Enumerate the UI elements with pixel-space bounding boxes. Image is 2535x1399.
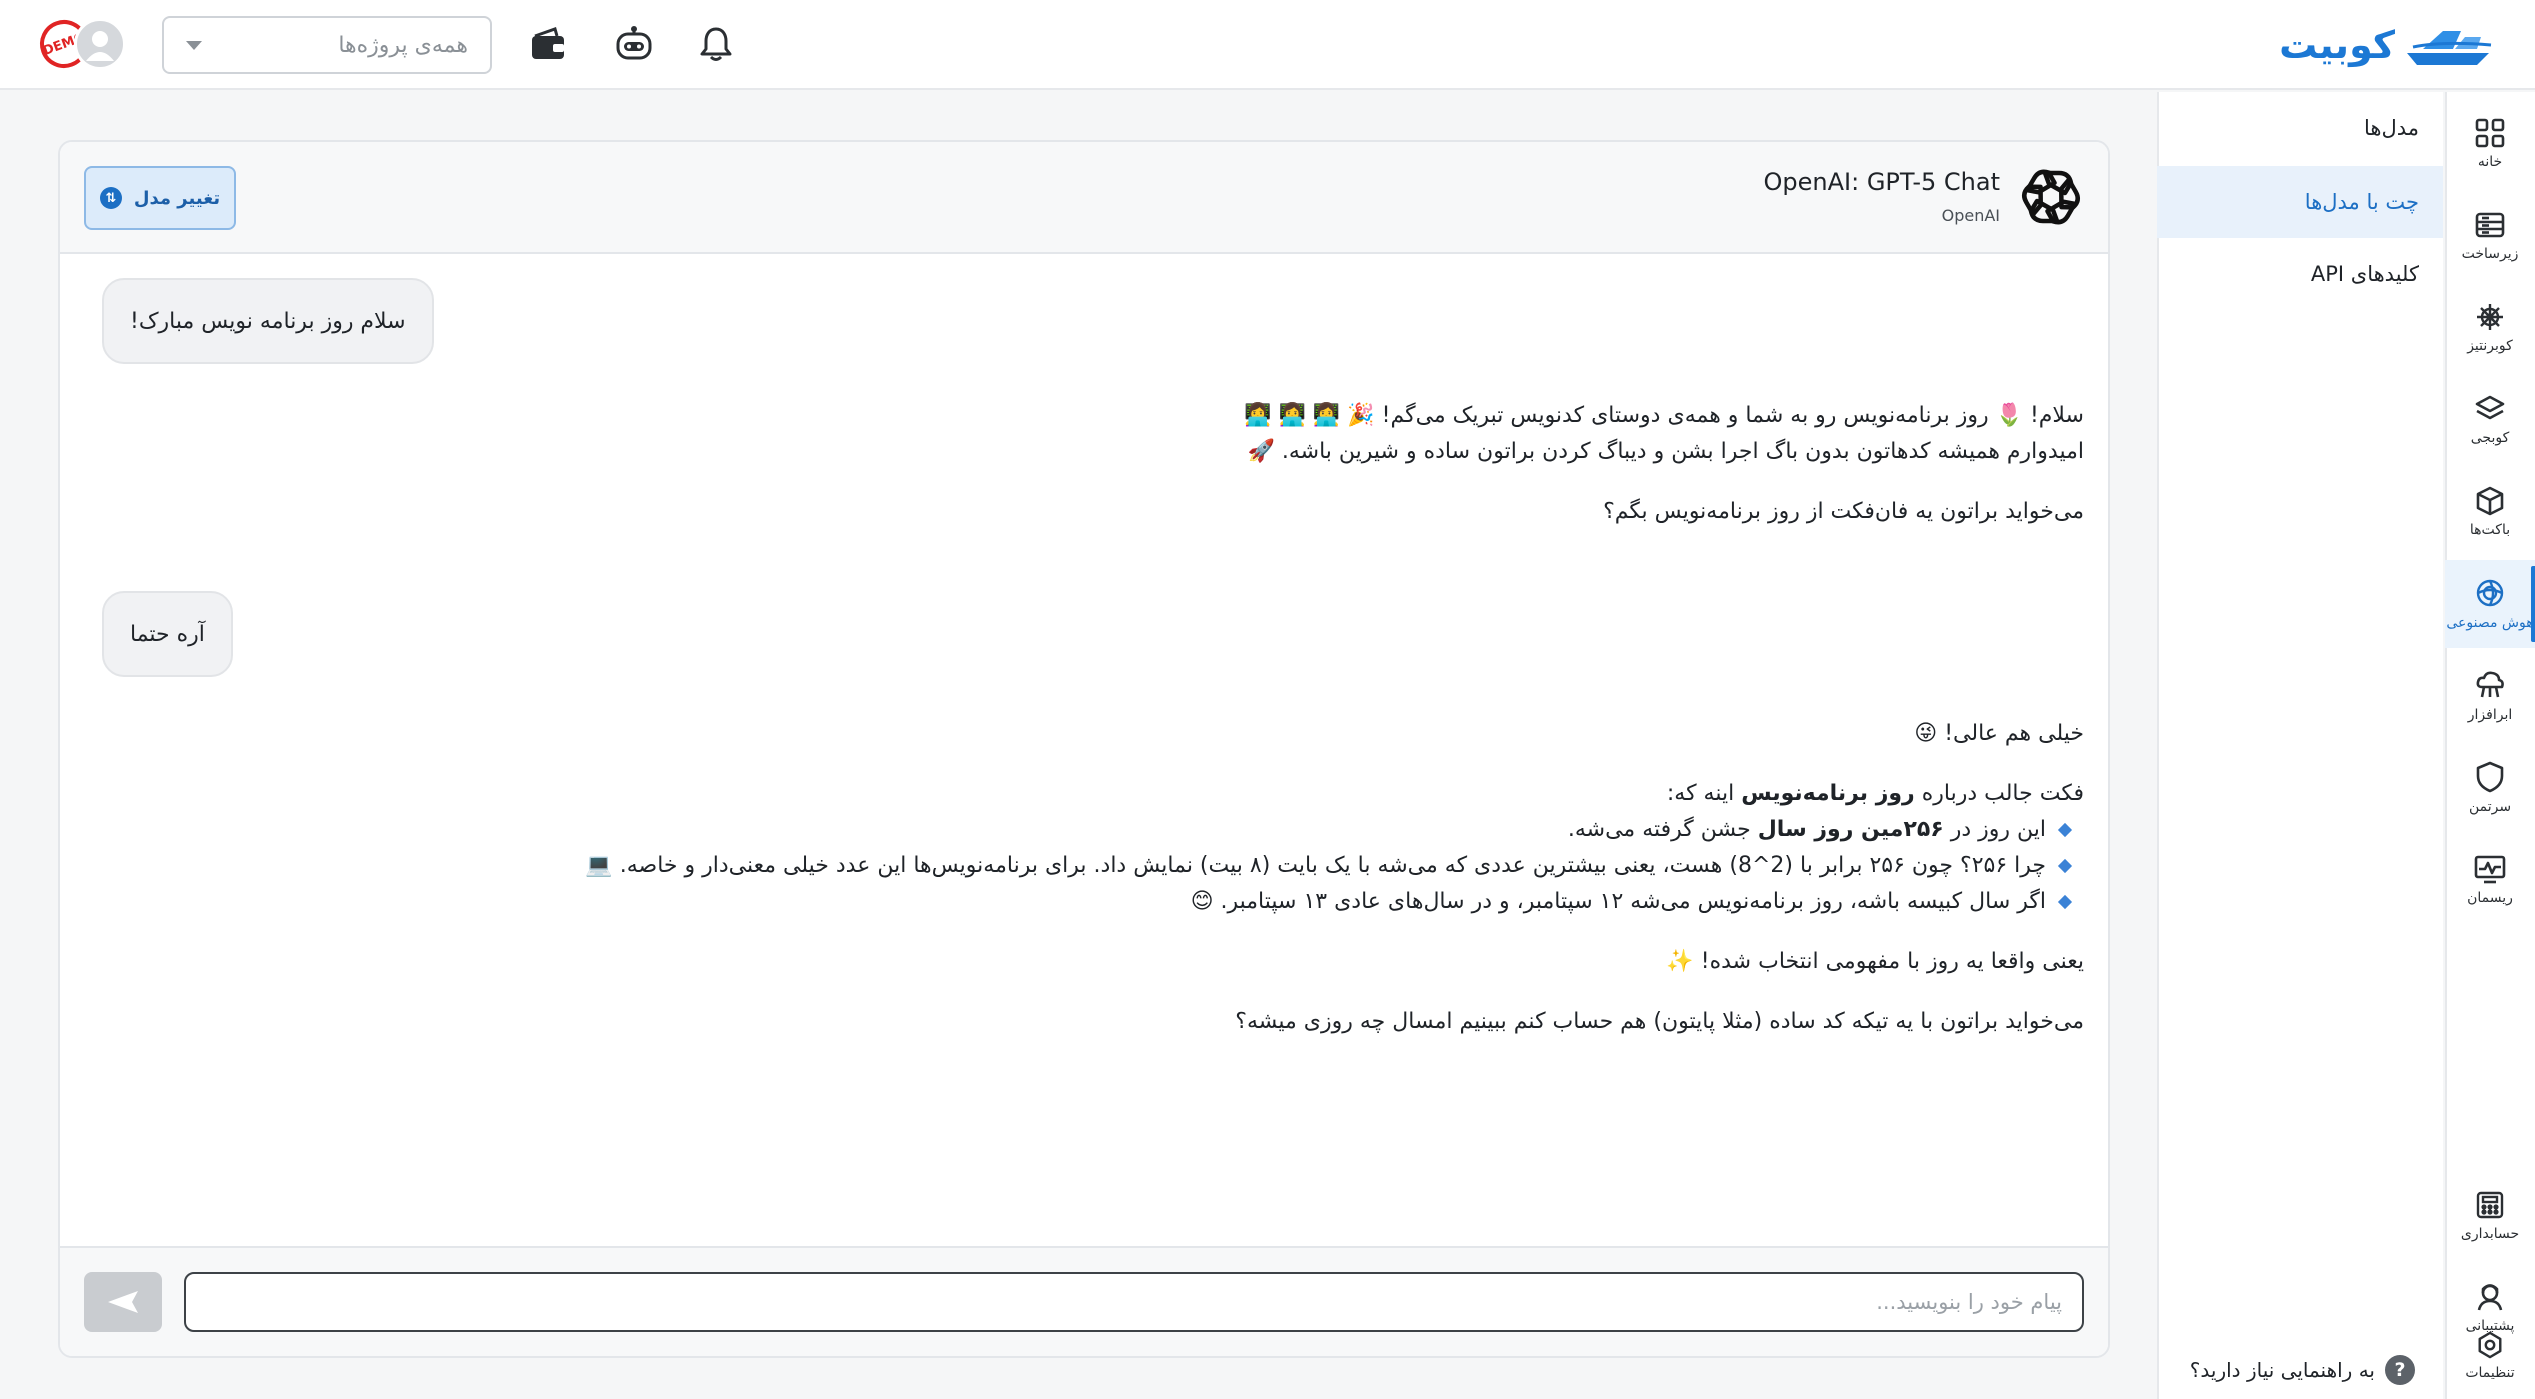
- bullet-text: چرا ۲۵۶؟ چون ۲۵۶ برابر با (2^8) هست، یعن…: [585, 853, 2046, 878]
- nav-risman-label: ریسمان: [2467, 890, 2513, 906]
- help-label: به راهنمایی نیاز دارید؟: [2189, 1358, 2375, 1382]
- send-icon: [108, 1291, 138, 1313]
- fact-intro-post: اینه که:: [1666, 781, 1742, 806]
- diamond-bullet-icon: [2057, 822, 2073, 838]
- nav-settings-label: تنظیمات: [2465, 1365, 2515, 1381]
- assistant-message: خیلی هم عالی! 😜 فکت جالب درباره روز برنا…: [524, 716, 2084, 1040]
- assistant-text: خیلی هم عالی! 😜: [1914, 721, 2084, 746]
- main-nav-rail: خانه زیرساخت کوبرنتیز کوبجی باکت‌ها ه: [2445, 92, 2535, 1399]
- assistant-text: می‌خواید براتون با یه تیکه کد ساده (مثلا…: [1235, 1009, 2084, 1034]
- user-message: سلام روز برنامه نویس مبارک!: [102, 278, 434, 364]
- model-provider: OpenAI: [1941, 206, 2000, 225]
- assistant-text: می‌خواید براتون یه فان‌فکت از روز برنامه…: [1603, 499, 2084, 524]
- chat-panel: OpenAI: GPT-5 Chat OpenAI تغییر مدل ⇅ سل…: [58, 140, 2110, 1358]
- nav-buckets[interactable]: باکت‌ها: [2445, 468, 2535, 556]
- help-question-icon: ?: [2385, 1355, 2415, 1385]
- robot-icon: [616, 26, 652, 60]
- helm-icon: [2477, 304, 2503, 330]
- settings-icon: [2478, 1331, 2502, 1359]
- support-icon: [2477, 1284, 2503, 1311]
- openai-logo-icon: [2018, 164, 2084, 230]
- nav-kubji-label: کوبجی: [2470, 430, 2510, 446]
- bullet-item: این روز در ۲۵۶مین روز سال جشن گرفته می‌ش…: [524, 812, 2084, 848]
- chat-header: OpenAI: GPT-5 Chat OpenAI تغییر مدل ⇅: [60, 142, 2108, 254]
- account-menu[interactable]: DEMO: [33, 13, 130, 75]
- bell-icon: [700, 27, 732, 61]
- send-button[interactable]: [84, 1272, 162, 1332]
- help-link[interactable]: ? به راهنمایی نیاز دارید؟: [2190, 1355, 2415, 1385]
- fact-intro-pre: فکت جالب درباره: [1914, 781, 2084, 806]
- nav-accounting[interactable]: حسابداری: [2445, 1172, 2535, 1260]
- nav-accounting-label: حسابداری: [2460, 1226, 2520, 1242]
- model-title: OpenAI: GPT-5 Chat: [1763, 168, 2000, 196]
- ship-logo-icon: [2403, 23, 2495, 67]
- assistant-text: یعنی واقعا یه روز با مفهومی انتخاب شده! …: [1666, 949, 2084, 974]
- composer: [60, 1246, 2108, 1356]
- nav-sartman-label: سرتمن: [2468, 799, 2512, 815]
- nav-kubernetes-label: کوبرنتیز: [2467, 338, 2513, 354]
- assistant-text: سلام! 🌷 روز برنامه‌نویس رو به شما و همه‌…: [1244, 403, 2084, 428]
- subnav-api-keys[interactable]: کلیدهای API: [2157, 238, 2443, 310]
- brand-logo[interactable]: کوبیت: [2275, 18, 2495, 72]
- monitor-icon: [2474, 855, 2506, 884]
- diamond-bullet-icon: [2057, 894, 2073, 910]
- nav-buckets-label: باکت‌ها: [2469, 522, 2511, 538]
- assistant-message: سلام! 🌷 روز برنامه‌نویس رو به شما و همه‌…: [524, 398, 2084, 530]
- nav-ai-label: هوش مصنوعی: [2446, 615, 2534, 631]
- nav-home[interactable]: خانه: [2445, 100, 2535, 188]
- assistant-text: فکت جالب درباره روز برنامه‌نویس اینه که:: [524, 776, 2084, 812]
- nav-settings[interactable]: تنظیمات: [2445, 1314, 2535, 1398]
- bullet-pre: این روز در: [1943, 817, 2046, 842]
- server-icon: [2475, 212, 2505, 238]
- user-icon: [86, 31, 114, 61]
- subnav-chat-with-models[interactable]: چت با مدل‌ها: [2157, 166, 2443, 238]
- nav-home-label: خانه: [2477, 154, 2503, 170]
- project-selector[interactable]: همه‌ی پروژه‌ها: [162, 16, 492, 74]
- nav-risman[interactable]: ریسمان: [2445, 836, 2535, 924]
- layers-icon: [2475, 395, 2505, 420]
- user-avatar[interactable]: [74, 18, 126, 70]
- wallet-button[interactable]: [526, 22, 570, 66]
- fact-intro-bold: روز برنامه‌نویس: [1741, 781, 1915, 806]
- nav-cloud-apps-label: ابرافزار: [2467, 707, 2513, 723]
- notifications-button[interactable]: [694, 22, 738, 66]
- grid-icon: [2475, 118, 2505, 148]
- cloud-app-icon: [2476, 671, 2504, 698]
- message-input[interactable]: [184, 1272, 2084, 1332]
- change-model-button[interactable]: تغییر مدل ⇅: [84, 166, 236, 230]
- bullet-item: چرا ۲۵۶؟ چون ۲۵۶ برابر با (2^8) هست، یعن…: [524, 848, 2084, 884]
- nav-infrastructure[interactable]: زیرساخت: [2445, 192, 2535, 280]
- brand-name: کوبیت: [2279, 23, 2395, 67]
- bullet-post: جشن گرفته می‌شه.: [1567, 817, 1758, 842]
- nav-kubji[interactable]: کوبجی: [2445, 376, 2535, 464]
- chevron-down-icon: [186, 40, 202, 50]
- ai-subnav: مدل‌ها چت با مدل‌ها کلیدهای API ? به راه…: [2157, 92, 2443, 1399]
- box-icon: [2476, 486, 2504, 516]
- shield-icon: [2476, 761, 2504, 793]
- project-selector-placeholder: همه‌ی پروژه‌ها: [338, 32, 468, 58]
- nav-ai[interactable]: هوش مصنوعی: [2445, 560, 2535, 648]
- nav-cloud-apps[interactable]: ابرافزار: [2445, 652, 2535, 740]
- bullet-item: اگر سال کبیسه باشه، روز برنامه‌نویس می‌ش…: [524, 884, 2084, 920]
- assistant-text: امیدوارم همیشه کدهاتون بدون باگ اجرا بشن…: [1247, 439, 2084, 464]
- message-list: سلام روز برنامه نویس مبارک! سلام! 🌷 روز …: [60, 254, 2108, 1254]
- bullet-text: اگر سال کبیسه باشه، روز برنامه‌نویس می‌ش…: [1190, 889, 2046, 914]
- nav-kubernetes[interactable]: کوبرنتیز: [2445, 284, 2535, 372]
- nav-sartman[interactable]: سرتمن: [2445, 744, 2535, 832]
- user-message: آره حتما: [102, 591, 233, 677]
- diamond-bullet-icon: [2057, 858, 2073, 874]
- ai-assistant-button[interactable]: [612, 22, 656, 66]
- top-bar: کوبیت همه‌ی پروژه‌ها DEMO: [0, 0, 2535, 90]
- subnav-models[interactable]: مدل‌ها: [2157, 92, 2443, 164]
- swap-icon: ⇅: [99, 187, 122, 209]
- wallet-icon: [532, 27, 564, 59]
- ai-icon: [2476, 579, 2504, 607]
- bullet-bold: ۲۵۶مین روز سال: [1757, 817, 1944, 842]
- calculator-icon: [2476, 1191, 2504, 1219]
- change-model-label: تغییر مدل: [133, 187, 221, 209]
- nav-infrastructure-label: زیرساخت: [2461, 246, 2519, 262]
